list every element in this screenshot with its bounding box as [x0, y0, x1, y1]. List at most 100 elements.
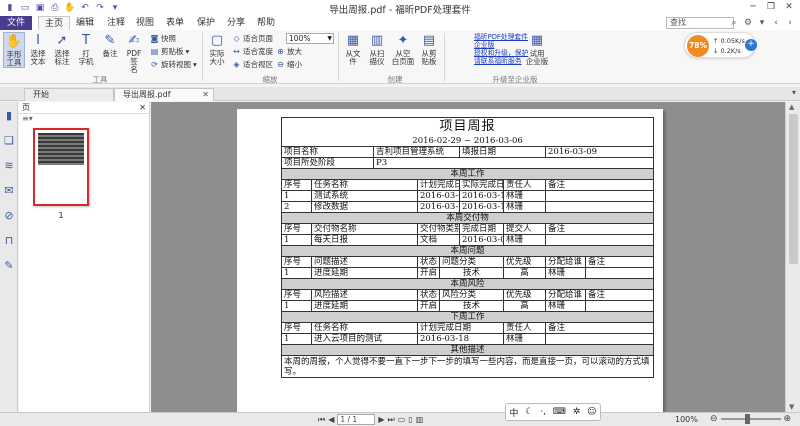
- document-canvas[interactable]: 项目周报 2016-02-29 ~ 2016-03-06 项目名称 吉利项目管理…: [151, 102, 785, 412]
- trial-enterprise-button[interactable]: ▦ 试用 企业版: [524, 32, 550, 66]
- from-blank-button[interactable]: ✦ 从空 白页面: [390, 32, 416, 66]
- from-clipboard-label: 从剪 贴板: [421, 49, 437, 66]
- layers-icon[interactable]: ≋: [2, 158, 16, 172]
- zoom-slider-knob[interactable]: [744, 414, 750, 424]
- ime-toolbar[interactable]: 中 ☾ ·, ⌨ ✲ ☺: [505, 403, 601, 421]
- zoom-select[interactable]: 100% ▼: [286, 33, 334, 44]
- boost-icon[interactable]: +: [745, 39, 757, 51]
- pdf-sign-button[interactable]: ✍ PDF签 名: [123, 32, 145, 74]
- note-icon: ✎: [104, 32, 116, 48]
- hand-tool-button[interactable]: ✋ 手形 工具: [3, 32, 25, 68]
- snapshot-button[interactable]: ◙ 快照: [150, 33, 176, 44]
- close-icon[interactable]: ✕: [780, 0, 798, 14]
- tab-home[interactable]: 主页: [38, 16, 70, 30]
- fit-page-button[interactable]: ◇ 适合页面: [232, 33, 273, 44]
- chevron-down-icon[interactable]: ▾: [792, 88, 796, 97]
- column-header: 备注: [544, 179, 655, 191]
- tab-protect[interactable]: 保护: [191, 16, 221, 30]
- vertical-scrollbar[interactable]: ▲ ▼: [785, 102, 800, 412]
- tab-share[interactable]: 分享: [222, 16, 250, 30]
- pages-icon[interactable]: ❏: [2, 133, 16, 147]
- zoom-out-label: 缩小: [287, 60, 302, 69]
- first-page-icon[interactable]: ⏮: [318, 415, 325, 425]
- rotate-view-button[interactable]: ⟳ 旋转视图 ▾: [150, 59, 197, 70]
- ime-settings-icon[interactable]: ✲: [573, 407, 581, 417]
- scroll-down-icon[interactable]: ▼: [789, 403, 794, 411]
- comments-icon[interactable]: ✉: [2, 183, 16, 197]
- column-header: 序号: [281, 256, 312, 268]
- column-header: 优先级: [503, 289, 546, 301]
- tab-file[interactable]: 文件: [0, 16, 32, 30]
- typewriter-button[interactable]: T 打 字机: [75, 32, 97, 66]
- tab-edit[interactable]: 编辑: [70, 16, 100, 30]
- page-number-input[interactable]: 1 / 1: [337, 414, 376, 425]
- tab-start[interactable]: 开始: [24, 88, 114, 101]
- zoom-slider[interactable]: ⊖ ⊕: [710, 414, 791, 424]
- search-input[interactable]: 查找: [666, 17, 734, 29]
- pdf-page: 项目周报 2016-02-29 ~ 2016-03-06 项目名称 吉利项目管理…: [237, 109, 663, 412]
- tab-view[interactable]: 视图: [131, 16, 159, 30]
- continuous-view-icon[interactable]: ▯: [408, 415, 412, 424]
- typewriter-label: 打 字机: [78, 49, 94, 66]
- zoom-in-icon[interactable]: ⊕: [784, 414, 792, 424]
- from-file-button[interactable]: ▦ 从文 件: [342, 32, 364, 66]
- ime-punctuation-icon[interactable]: ·,: [540, 407, 546, 417]
- close-tab-icon[interactable]: ✕: [202, 89, 209, 101]
- select-text-button[interactable]: Ⅰ 选择 文本: [27, 32, 49, 66]
- fit-page-icon: ◇: [233, 34, 240, 43]
- forward-icon[interactable]: ›: [784, 17, 796, 29]
- ribbon-home: ✋ 手形 工具 Ⅰ 选择 文本 ➚ 选择 标注 T 打 字机 ✎ 备注 ✍ PD…: [0, 30, 800, 84]
- last-page-icon[interactable]: ⏭: [388, 415, 395, 425]
- from-scanner-button[interactable]: ▥ 从扫 描仪: [366, 32, 388, 66]
- attachment-icon[interactable]: ⊘: [2, 208, 16, 222]
- panel-options-icon[interactable]: ≡▾: [19, 114, 149, 126]
- tab-document[interactable]: 导出周报.pdf ✕: [114, 88, 214, 101]
- gear-icon[interactable]: ⚙: [742, 17, 754, 29]
- note-button[interactable]: ✎ 备注: [99, 32, 121, 58]
- scroll-up-icon[interactable]: ▲: [789, 103, 794, 111]
- actual-size-button[interactable]: ▢ 实际 大小: [206, 32, 228, 66]
- fit-visible-button[interactable]: ◈ 适合视区: [232, 59, 273, 70]
- close-icon[interactable]: ✕: [139, 102, 146, 114]
- zoom-out-button[interactable]: ⊖ 缩小: [276, 59, 302, 70]
- restore-icon[interactable]: ❐: [762, 0, 780, 14]
- ime-keyboard-icon[interactable]: ⌨: [553, 407, 566, 417]
- from-blank-label: 从空 白页面: [391, 49, 415, 66]
- tab-form[interactable]: 表单: [160, 16, 190, 30]
- column-header: 风险分类: [439, 289, 504, 301]
- network-speed-widget[interactable]: 78% ↑ 0.05K/s ↓ 0.2K/s +: [684, 32, 757, 58]
- single-page-view-icon[interactable]: ▭: [398, 415, 406, 424]
- rotate-view-label: 旋转视图: [161, 60, 191, 69]
- select-annotation-button[interactable]: ➚ 选择 标注: [51, 32, 73, 66]
- page-thumbnail-icon[interactable]: ▮: [2, 108, 16, 122]
- from-clipboard-button[interactable]: ▤ 从剪 贴板: [418, 32, 440, 66]
- back-icon[interactable]: ‹: [770, 17, 782, 29]
- zoom-out-icon[interactable]: ⊖: [710, 414, 718, 424]
- table-row: 1 每天日报 文档 2016-03-07 林珊: [281, 234, 655, 246]
- scrollbar-thumb[interactable]: [789, 114, 798, 264]
- minimize-icon[interactable]: ─: [744, 0, 762, 14]
- clipboard-button[interactable]: ▤ 剪贴板 ▾: [150, 46, 190, 57]
- group-label-upgrade: 升级至企业版: [492, 75, 538, 84]
- note-label: 备注: [102, 49, 118, 58]
- column-header: 提交人: [503, 223, 546, 235]
- ime-skin-icon[interactable]: ☺: [587, 407, 596, 417]
- lock-icon[interactable]: ⊓: [2, 233, 16, 247]
- next-page-icon[interactable]: ▶: [378, 415, 384, 424]
- table-cell: 每天日报: [311, 234, 418, 246]
- tab-help[interactable]: 帮助: [251, 16, 281, 30]
- ime-moon-icon[interactable]: ☾: [525, 407, 533, 417]
- page-thumbnail[interactable]: [33, 128, 89, 206]
- facing-view-icon[interactable]: ▥: [416, 415, 424, 424]
- ime-chinese-icon[interactable]: 中: [509, 406, 518, 419]
- previous-page-icon[interactable]: ◀: [328, 415, 334, 424]
- fit-width-label: 适合宽度: [243, 47, 273, 56]
- zoom-in-button[interactable]: ⊕ 放大: [276, 46, 302, 57]
- fit-width-button[interactable]: ↔ 适合宽度: [232, 46, 273, 57]
- chevron-down-icon[interactable]: ▾: [756, 17, 768, 29]
- tab-comment[interactable]: 注释: [101, 16, 131, 30]
- search-icon[interactable]: ⌕: [728, 17, 740, 29]
- group-label-zoom: 缩放: [262, 75, 278, 84]
- column-header: 备注: [544, 223, 655, 235]
- signature-panel-icon[interactable]: ✎: [2, 258, 16, 272]
